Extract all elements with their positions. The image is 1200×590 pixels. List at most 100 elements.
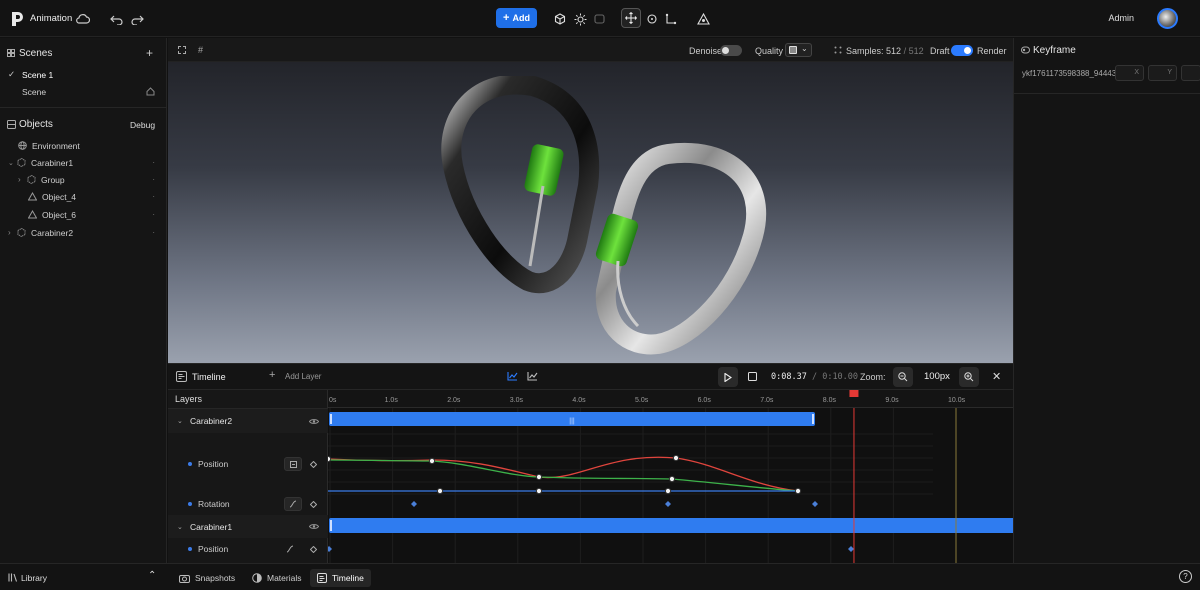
keyframe-diamond[interactable] xyxy=(812,501,818,507)
zoom-out-button[interactable] xyxy=(893,367,913,387)
scene-item-1[interactable]: ✓ Scene 1 xyxy=(0,66,167,83)
keyframe-type-button[interactable] xyxy=(284,457,302,471)
graph-view-icon[interactable] xyxy=(527,371,538,381)
curve-view-icon[interactable] xyxy=(507,371,518,381)
snap-icon[interactable] xyxy=(694,10,712,28)
chevron-right-icon[interactable]: › xyxy=(18,175,27,184)
clip-handle-start[interactable] xyxy=(330,520,332,531)
scale-tool-icon[interactable] xyxy=(662,10,680,28)
debug-button[interactable]: Debug xyxy=(130,120,155,130)
home-icon[interactable] xyxy=(146,87,155,96)
chevron-down-icon[interactable]: ⌄ xyxy=(177,523,190,531)
more-icon[interactable]: · xyxy=(152,158,155,167)
play-button[interactable] xyxy=(718,367,738,387)
keyframe-diamond[interactable] xyxy=(665,501,671,507)
stop-button[interactable] xyxy=(748,372,757,381)
cloud-sync-icon[interactable] xyxy=(74,10,92,28)
tree-item-carabiner1[interactable]: ⌄ Carabiner1 · xyxy=(0,154,167,171)
track-row-position[interactable]: Position xyxy=(168,453,328,475)
denoise-toggle[interactable] xyxy=(720,45,742,56)
tab-materials[interactable]: Materials xyxy=(245,569,308,587)
chevron-up-icon[interactable]: ⌃ xyxy=(148,570,156,581)
scene-item-2[interactable]: Scene xyxy=(0,83,167,100)
keyframe-point[interactable] xyxy=(436,487,444,495)
layer-row-carabiner2[interactable]: ⌄ Carabiner2 xyxy=(168,409,328,433)
add-keyframe-diamond-icon[interactable] xyxy=(310,545,317,553)
quality-swatch-icon xyxy=(789,46,797,54)
help-icon[interactable]: ? xyxy=(1179,570,1192,583)
keyframe-point[interactable] xyxy=(428,457,436,465)
tree-item-group[interactable]: › Group · xyxy=(0,171,167,188)
curve-editor[interactable]: ||| xyxy=(328,390,1013,564)
add-layer-icon[interactable]: + xyxy=(269,369,275,381)
more-icon[interactable]: · xyxy=(152,175,155,184)
track-row-rotation[interactable]: Rotation xyxy=(168,493,328,515)
easing-icon[interactable] xyxy=(286,545,294,553)
keyframe-point[interactable] xyxy=(794,487,802,495)
eye-icon[interactable] xyxy=(309,418,319,425)
more-icon[interactable]: · xyxy=(152,210,155,219)
tree-item-environment[interactable]: Environment xyxy=(0,137,167,154)
add-button[interactable]: + Add xyxy=(496,8,537,28)
quality-select[interactable]: ⌄ xyxy=(785,43,812,57)
move-tool-icon[interactable] xyxy=(621,8,641,28)
tab-snapshots[interactable]: Snapshots xyxy=(172,569,242,587)
zoom-in-button[interactable] xyxy=(959,367,979,387)
timeline-tracks[interactable]: 0s 1.0s 2.0s 3.0s 4.0s 5.0s 6.0s 7.0s 8.0s 9.0s 10… xyxy=(328,390,1013,564)
curve-red[interactable] xyxy=(328,456,799,492)
playhead-handle[interactable] xyxy=(849,390,859,397)
chevron-right-icon[interactable]: › xyxy=(8,228,17,237)
layer-row-carabiner1[interactable]: ⌄ Carabiner1 xyxy=(168,515,328,538)
keyframe-diamond[interactable] xyxy=(411,501,417,507)
keyframe-x-field[interactable]: X xyxy=(1115,65,1144,81)
library-button[interactable]: Library xyxy=(21,573,47,583)
add-keyframe-diamond-icon[interactable] xyxy=(310,460,317,468)
eye-icon[interactable] xyxy=(309,523,319,530)
clip-handle-start[interactable] xyxy=(330,414,332,424)
tree-item-object-6[interactable]: Object_6 · xyxy=(0,206,167,223)
light-icon[interactable] xyxy=(571,10,589,28)
camera-shape-icon[interactable] xyxy=(591,10,609,28)
track-row-position-2[interactable]: Position xyxy=(168,539,328,559)
timeline-icon xyxy=(176,371,187,382)
rotate-tool-icon[interactable] xyxy=(643,10,661,28)
keyframe-point[interactable] xyxy=(535,487,543,495)
fullscreen-icon[interactable] xyxy=(178,46,186,54)
add-layer-button[interactable]: Add Layer xyxy=(285,372,321,381)
clip-handle-end[interactable] xyxy=(812,414,814,424)
draft-label: Draft xyxy=(930,46,950,56)
app-title[interactable]: Animation xyxy=(30,13,72,24)
tree-item-carabiner2[interactable]: › Carabiner2 · xyxy=(0,224,167,241)
keyframe-diamond[interactable] xyxy=(848,546,854,552)
add-scene-icon[interactable]: + xyxy=(146,46,153,60)
keyframe-z-field[interactable] xyxy=(1181,65,1200,81)
keyframe-point[interactable] xyxy=(672,454,680,462)
render-mode-toggle[interactable] xyxy=(951,45,973,56)
avatar[interactable] xyxy=(1157,8,1178,29)
keyframe-point[interactable] xyxy=(535,473,543,481)
keyframe-point[interactable] xyxy=(668,475,676,483)
user-name[interactable]: Admin xyxy=(1108,13,1134,23)
redo-icon[interactable] xyxy=(128,10,146,28)
carabiner-render xyxy=(441,76,767,355)
cube-icon[interactable] xyxy=(551,10,569,28)
tab-timeline[interactable]: Timeline xyxy=(310,569,371,587)
chevron-down-icon[interactable]: ⌄ xyxy=(8,159,17,167)
clip-grip-icon[interactable]: ||| xyxy=(569,418,575,425)
more-icon[interactable]: · xyxy=(152,228,155,237)
close-icon[interactable]: ✕ xyxy=(992,370,1001,383)
more-icon[interactable]: · xyxy=(152,192,155,201)
chevron-down-icon[interactable]: ⌄ xyxy=(177,417,190,425)
easing-button[interactable] xyxy=(284,497,302,511)
tree-item-object-4[interactable]: Object_4 · xyxy=(0,188,167,205)
keyframe-point[interactable] xyxy=(664,487,672,495)
3d-viewport[interactable]: # Denoise Quality ⌄ Samples: 512 / 512 D… xyxy=(168,38,1013,363)
keyframe-point[interactable] xyxy=(328,455,332,463)
undo-icon[interactable] xyxy=(108,10,126,28)
clip-bar-carabiner1[interactable] xyxy=(329,518,1013,533)
objects-icon xyxy=(7,120,16,129)
add-keyframe-diamond-icon[interactable] xyxy=(310,500,317,508)
app-logo-icon[interactable] xyxy=(8,10,26,28)
grid-icon[interactable]: # xyxy=(198,45,203,55)
keyframe-y-field[interactable]: Y xyxy=(1148,65,1177,81)
